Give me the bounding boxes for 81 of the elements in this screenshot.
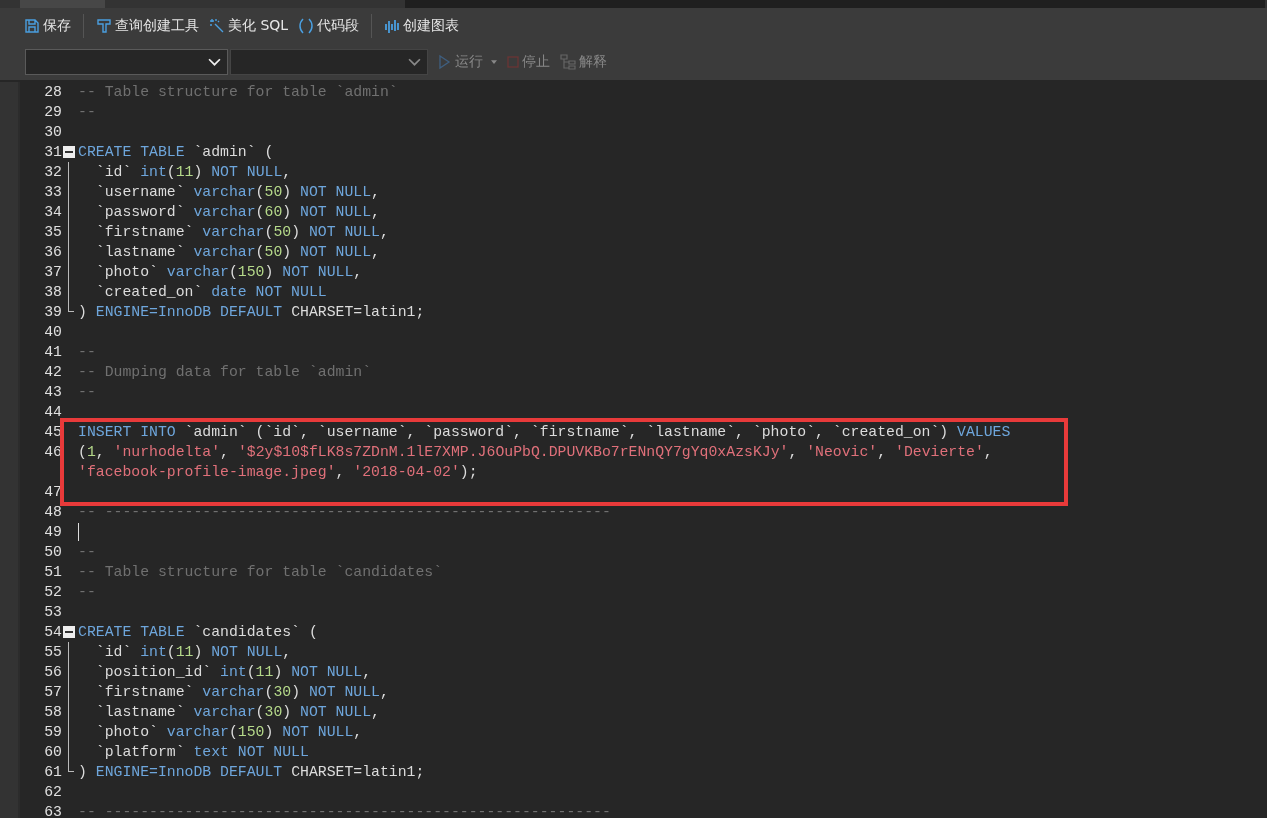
code-line: `lastname` varchar(50) NOT NULL,	[94, 244, 380, 260]
parentheses-icon	[298, 18, 315, 34]
code-line: `photo` varchar(150) NOT NULL,	[94, 724, 363, 740]
line-number: 35	[44, 223, 62, 242]
code-line: (1, 'nurhodelta', '$2y$10$fLK8s7ZDnM.1lE7XMP.J6OuPbQ.DPUVKBo7rENnQY7gYq0xAzsKJy', 'Neovic', 'Devierte', 'facebook-profile-image.jpeg', '2018-04-02');	[78, 444, 993, 480]
line-number: 54	[44, 623, 62, 642]
line-number: 32	[44, 163, 62, 182]
line-number: 29	[44, 103, 62, 122]
code-line: -- ---------------------------------------------------------	[78, 504, 611, 520]
line-number: 36	[44, 243, 62, 262]
line-number: 52	[44, 583, 62, 602]
line-number: 57	[44, 683, 62, 702]
line-number: 40	[44, 323, 62, 342]
code-line: `position_id` int(11) NOT NULL,	[94, 664, 372, 680]
code-line: --	[78, 104, 96, 120]
line-number: 33	[44, 183, 62, 202]
code-line: `firstname` varchar(50) NOT NULL,	[94, 224, 389, 240]
code-line: -- ---------------------------------------------------------	[78, 804, 611, 818]
code-line: `password` varchar(60) NOT NULL,	[94, 204, 380, 220]
code-line: --	[78, 344, 96, 360]
code-line: CREATE TABLE `candidates` (	[78, 624, 318, 640]
code-line: CREATE TABLE `admin` (	[78, 144, 274, 160]
bar-chart-icon	[384, 18, 401, 34]
line-number: 41	[44, 343, 62, 362]
line-number: 53	[44, 603, 62, 622]
line-number: 61	[44, 763, 62, 782]
stop-icon	[507, 56, 519, 68]
collapse-icon[interactable]	[62, 145, 76, 159]
code-line: --	[78, 544, 96, 560]
line-number: 44	[44, 403, 62, 422]
toolbar-button[interactable]: 美化 SQL	[207, 15, 291, 37]
line-number: 63	[44, 803, 62, 818]
chevron-down-icon	[208, 57, 221, 67]
code-line: `id` int(11) NOT NULL,	[94, 644, 292, 660]
line-number: 37	[44, 263, 62, 282]
code-line: `photo` varchar(150) NOT NULL,	[94, 264, 363, 280]
code-line: -- Table structure for table `candidates`	[78, 564, 443, 580]
toolbar-button[interactable]: 查询创建工具	[94, 15, 201, 37]
line-number: 55	[44, 643, 62, 662]
code-line: -- Table structure for table `admin`	[78, 84, 398, 100]
line-number: 62	[44, 783, 62, 802]
line-number: 31	[44, 143, 62, 162]
diagram-icon	[560, 54, 576, 70]
line-number: 50	[44, 543, 62, 562]
save-icon	[24, 18, 40, 34]
code-line: `username` varchar(50) NOT NULL,	[94, 184, 380, 200]
magic-wand-icon	[209, 18, 225, 34]
line-number: 60	[44, 743, 62, 762]
code-line: `platform` text NOT NULL	[94, 744, 309, 760]
line-number: 39	[44, 303, 62, 322]
toolbar-button[interactable]: 代码段	[296, 15, 362, 37]
line-number: 49	[44, 523, 62, 542]
code-line: `created_on` date NOT NULL	[94, 284, 327, 300]
line-number: 30	[44, 123, 62, 142]
line-number: 48	[44, 503, 62, 522]
line-number: 47	[44, 483, 62, 502]
code-line: `id` int(11) NOT NULL,	[94, 164, 292, 180]
line-number: 43	[44, 383, 62, 402]
collapse-icon[interactable]	[62, 625, 76, 639]
code-line: --	[78, 384, 96, 400]
line-number: 34	[44, 203, 62, 222]
code-line: `firstname` varchar(30) NOT NULL,	[94, 684, 389, 700]
line-number: 56	[44, 663, 62, 682]
dropdown[interactable]	[25, 49, 228, 75]
hammer-icon	[96, 18, 112, 34]
line-number: 51	[44, 563, 62, 582]
chevron-down-icon	[408, 57, 421, 67]
code-line: INSERT INTO `admin` (`id`, `username`, `password`, `firstname`, `lastname`, `photo`, `created_on`) VALUES	[78, 424, 1011, 440]
code-line: --	[78, 584, 96, 600]
line-number: 42	[44, 363, 62, 382]
code-line: ) ENGINE=InnoDB DEFAULT CHARSET=latin1;	[78, 764, 425, 780]
play-icon	[436, 54, 452, 70]
code-line: ) ENGINE=InnoDB DEFAULT CHARSET=latin1;	[78, 304, 425, 320]
line-number: 59	[44, 723, 62, 742]
code-line: `lastname` varchar(30) NOT NULL,	[94, 704, 380, 720]
code-line: -- Dumping data for table `admin`	[78, 364, 372, 380]
line-number: 28	[44, 83, 62, 102]
toolbar-button[interactable]: 创建图表	[382, 15, 462, 37]
toolbar-button[interactable]: 保存	[22, 15, 73, 37]
line-number: 58	[44, 703, 62, 722]
line-number: 38	[44, 283, 62, 302]
